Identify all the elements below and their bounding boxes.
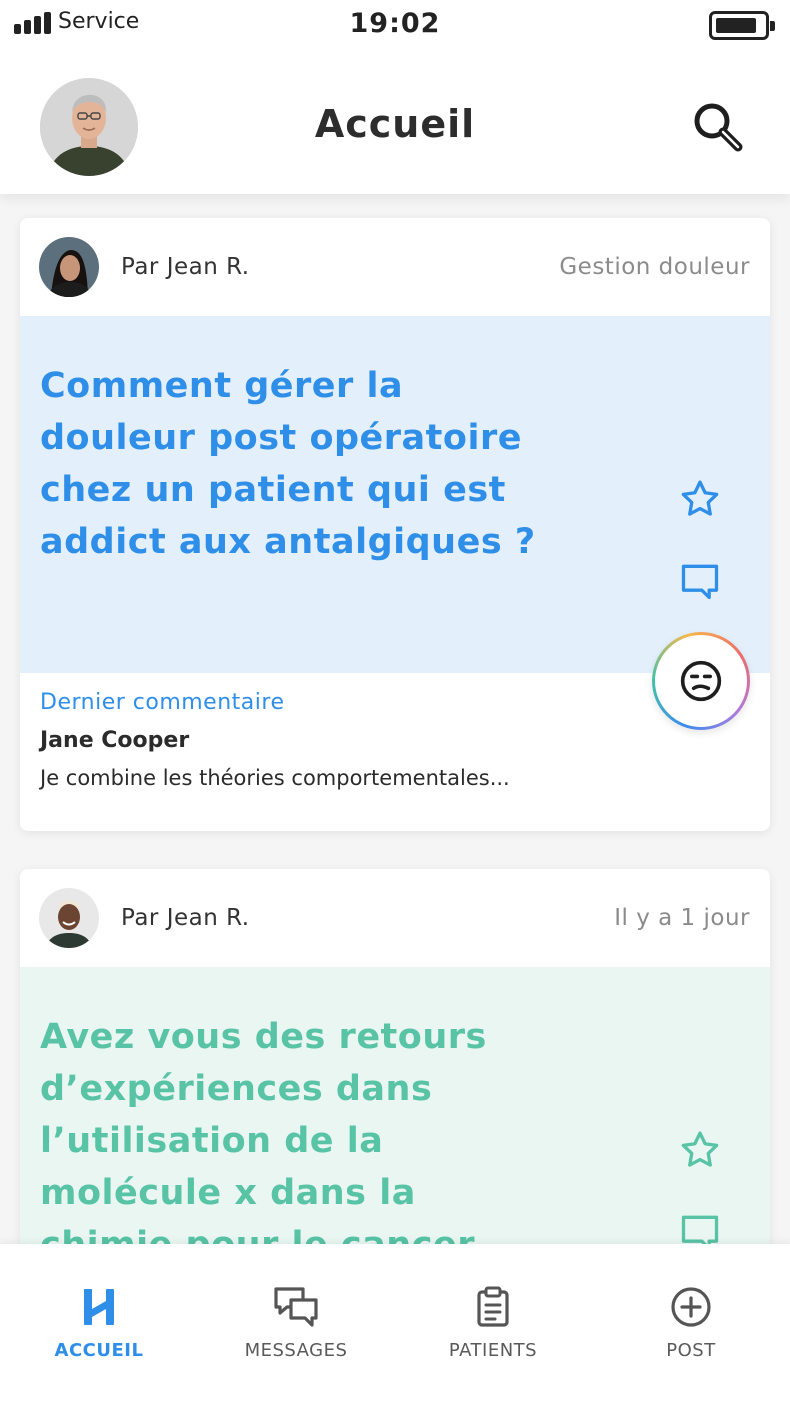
post-card[interactable]: Par Jean R. Il y a 1 jour Avez vous des … — [20, 869, 770, 1249]
page-title: Accueil — [314, 102, 476, 146]
plus-circle-icon — [671, 1287, 711, 1327]
post-question-area[interactable]: Comment gérer la douleur post opératoire… — [20, 316, 770, 683]
post-card[interactable]: Par Jean R. Gestion douleur Comment gére… — [20, 218, 770, 831]
chat-bubbles-icon — [274, 1287, 318, 1327]
star-icon — [681, 480, 719, 516]
app-header: Accueil — [0, 52, 790, 194]
bottom-navigation: ACCUEIL MESSAGES PATIENTS POST — [0, 1244, 790, 1402]
last-comment-author: Jane Cooper — [40, 728, 190, 753]
author-avatar[interactable] — [39, 237, 99, 297]
search-icon — [694, 103, 743, 152]
confused-face-icon — [680, 660, 722, 702]
status-time: 19:02 — [349, 8, 441, 39]
comment-icon — [681, 564, 719, 600]
post-author: Par Jean R. — [121, 254, 250, 280]
nav-patients[interactable]: PATIENTS — [403, 1284, 583, 1361]
comment-button[interactable] — [675, 556, 725, 606]
star-icon — [681, 1131, 719, 1167]
nav-label-messages: MESSAGES — [244, 1340, 348, 1361]
nav-accueil[interactable]: ACCUEIL — [9, 1284, 189, 1361]
nav-label-patients: PATIENTS — [448, 1340, 538, 1361]
nav-post[interactable]: POST — [601, 1284, 781, 1361]
battery-icon — [709, 11, 775, 40]
clipboard-icon — [477, 1286, 509, 1327]
last-comment-text: Je combine les théories comportementales… — [40, 766, 510, 790]
nav-label-post: POST — [666, 1340, 716, 1361]
reaction-button[interactable] — [652, 632, 750, 730]
favorite-button[interactable] — [675, 474, 725, 524]
post-date: Il y a 1 jour — [614, 905, 750, 931]
nav-label-accueil: ACCUEIL — [54, 1340, 144, 1361]
post-question: Avez vous des retours d’expériences dans… — [40, 1017, 487, 1249]
home-logo-icon — [84, 1289, 114, 1325]
last-comment-heading: Dernier commentaire — [40, 690, 285, 715]
author-avatar[interactable] — [39, 888, 99, 948]
favorite-button[interactable] — [675, 1125, 725, 1175]
post-question: Comment gérer la douleur post opératoire… — [40, 366, 536, 562]
post-author: Par Jean R. — [121, 905, 250, 931]
nav-messages[interactable]: MESSAGES — [206, 1284, 386, 1361]
post-category: Gestion douleur — [559, 254, 750, 280]
search-button[interactable] — [692, 102, 748, 154]
comment-button[interactable] — [675, 1207, 725, 1249]
status-bar: Service 19:02 — [0, 0, 790, 52]
post-question-area[interactable]: Avez vous des retours d’expériences dans… — [20, 967, 770, 1249]
